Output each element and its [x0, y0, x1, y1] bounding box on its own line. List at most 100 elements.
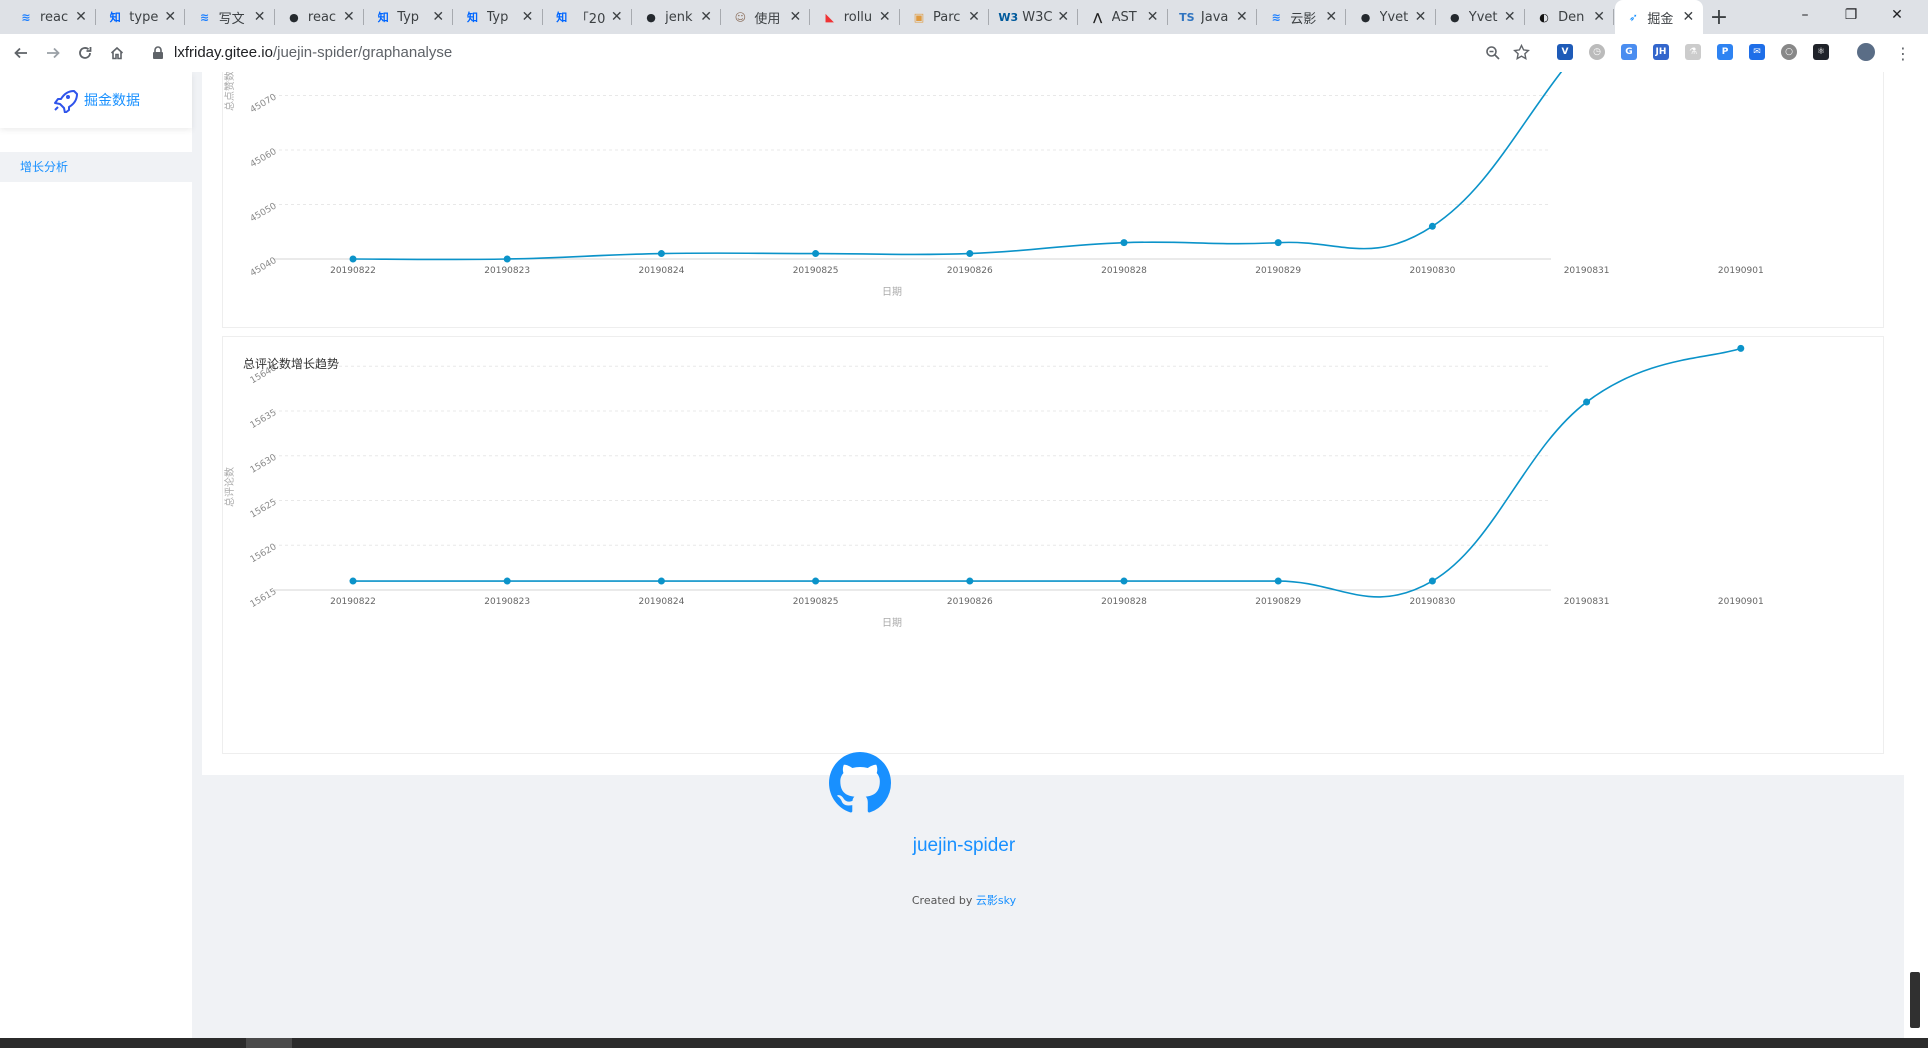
data-point: [1274, 239, 1282, 247]
tab-label: Yvet: [1379, 9, 1409, 25]
tab-separator: [452, 9, 454, 25]
tab-0[interactable]: ≋ reac ✕: [8, 0, 96, 34]
tab-2[interactable]: ≋ 写文 ✕: [187, 0, 275, 34]
minimize-button[interactable]: –: [1782, 0, 1828, 30]
tab-13[interactable]: TS Java ✕: [1169, 0, 1257, 34]
close-icon[interactable]: ✕: [163, 9, 177, 25]
close-icon[interactable]: ✕: [1414, 9, 1428, 25]
extension-flask-icon[interactable]: ⚗: [1685, 44, 1701, 60]
close-window-button[interactable]: ✕: [1874, 0, 1920, 30]
tab-6[interactable]: 知「20 ✕: [544, 0, 632, 34]
tab-label: reac: [307, 9, 337, 25]
close-icon[interactable]: ✕: [1324, 9, 1338, 25]
tab-11[interactable]: W3 W3C ✕: [990, 0, 1079, 34]
tab-separator: [95, 9, 96, 25]
close-icon[interactable]: ✕: [342, 9, 356, 25]
close-icon[interactable]: ✕: [1235, 9, 1249, 25]
close-icon[interactable]: ✕: [699, 9, 713, 25]
data-point: [812, 577, 820, 585]
tab-separator: [541, 9, 543, 25]
reload-button[interactable]: [71, 39, 99, 67]
maximize-button[interactable]: ❐: [1828, 0, 1874, 30]
github-icon[interactable]: [829, 752, 891, 814]
x-tick-label: 20190828: [1101, 597, 1147, 607]
data-point: [966, 250, 974, 258]
extension-jh-icon[interactable]: JH: [1653, 44, 1669, 60]
zhihu-icon: 知: [556, 11, 568, 24]
tab-3[interactable]: ● reac ✕: [276, 0, 364, 34]
extension-circle-icon[interactable]: ○: [1781, 44, 1797, 60]
menu-kebab-icon[interactable]: ⋮: [1889, 39, 1917, 67]
close-icon[interactable]: ✕: [1681, 9, 1695, 25]
x-tick-label: 20190823: [484, 597, 530, 607]
tab-1[interactable]: 知 type ✕: [97, 0, 186, 34]
avatar-icon: ☺: [734, 10, 747, 24]
close-icon[interactable]: ✕: [878, 9, 892, 25]
tab-label: Java: [1200, 9, 1229, 25]
chart-card-comments: 总评论数增长趋势 15615 15620 15625 15630 15635 15640 2…: [222, 336, 1884, 754]
extension-vue-icon[interactable]: V: [1557, 44, 1573, 60]
new-tab-button[interactable]: +: [1708, 0, 1730, 34]
close-icon[interactable]: ✕: [1146, 9, 1160, 25]
tab-14[interactable]: ≋ 云影 ✕: [1258, 0, 1347, 34]
close-icon[interactable]: ✕: [1592, 9, 1606, 25]
close-icon[interactable]: ✕: [967, 9, 981, 25]
data-point: [657, 577, 665, 585]
forward-button[interactable]: [39, 39, 67, 67]
x-tick-label: 20190824: [638, 597, 684, 607]
address-bar[interactable]: lxfriday.gitee.io/juejin-spider/graphana…: [140, 38, 1530, 68]
zoom-icon[interactable]: [1485, 45, 1501, 61]
extension-react-icon[interactable]: ⚛: [1813, 44, 1829, 60]
juejin-icon: ≋: [21, 10, 31, 24]
tab-label: W3C: [1022, 9, 1053, 25]
profile-avatar[interactable]: [1857, 43, 1875, 61]
close-icon[interactable]: ✕: [431, 9, 445, 25]
sidebar-item-growth-analysis[interactable]: 增长分析: [0, 152, 192, 182]
tab-separator: [1523, 9, 1525, 25]
extension-p-icon[interactable]: P: [1717, 44, 1733, 60]
tab-separator: [1345, 9, 1347, 25]
taskbar-item[interactable]: [246, 1038, 292, 1048]
logo[interactable]: 掘金数据: [0, 72, 192, 128]
close-icon[interactable]: ✕: [1503, 9, 1517, 25]
tab-5[interactable]: 知 Typ ✕: [455, 0, 543, 34]
series-line: [352, 72, 1563, 261]
tab-15[interactable]: ● Yvet ✕: [1348, 0, 1436, 34]
tab-12[interactable]: ⋀ AST ✕: [1080, 0, 1168, 34]
data-point: [1274, 577, 1282, 585]
github-icon: ●: [289, 10, 299, 24]
tab-4[interactable]: 知 Typ ✕: [365, 0, 454, 34]
extension-mail-icon[interactable]: ✉: [1749, 44, 1765, 60]
tab-10[interactable]: ▣ Parc ✕: [901, 0, 989, 34]
x-tick-label: 20190826: [947, 266, 993, 276]
extension-clock-icon[interactable]: ◷: [1589, 44, 1605, 60]
back-button[interactable]: [7, 39, 35, 67]
home-button[interactable]: [103, 39, 131, 67]
tab-17[interactable]: ◐ Den ✕: [1526, 0, 1615, 34]
close-icon[interactable]: ✕: [610, 9, 624, 25]
tab-16[interactable]: ● Yvet ✕: [1437, 0, 1525, 34]
close-icon[interactable]: ✕: [521, 9, 535, 25]
x-tick-label: 20190901: [1718, 597, 1764, 607]
y-tick-label: 15615: [249, 587, 279, 610]
author-link[interactable]: 云影sky: [976, 894, 1016, 907]
close-icon[interactable]: ✕: [74, 9, 88, 25]
extension-translate-icon[interactable]: G: [1621, 44, 1637, 60]
close-icon[interactable]: ✕: [788, 9, 802, 25]
x-tick-label: 20190831: [1564, 597, 1610, 607]
close-icon[interactable]: ✕: [253, 9, 267, 25]
scrollbar-thumb[interactable]: [1910, 972, 1920, 1028]
tab-7[interactable]: ● jenk ✕: [633, 0, 722, 34]
x-tick-label: 20190822: [330, 597, 376, 607]
data-point: [1120, 577, 1128, 585]
footer-title[interactable]: juejin-spider: [0, 835, 1928, 857]
tab-separator: [362, 9, 364, 25]
bookmark-star-icon[interactable]: [1513, 44, 1530, 61]
close-icon[interactable]: ✕: [1056, 9, 1070, 25]
tab-18[interactable]: ➶ 掘金 ✕: [1615, 0, 1704, 34]
url-path: /juejin-spider/graphanalyse: [272, 44, 453, 61]
tab-8[interactable]: ☺ 使用 ✕: [722, 0, 811, 34]
tab-9[interactable]: ◣ rollu ✕: [812, 0, 900, 34]
x-tick-label: 20190830: [1409, 266, 1455, 276]
tab-label: 写文: [218, 11, 245, 27]
